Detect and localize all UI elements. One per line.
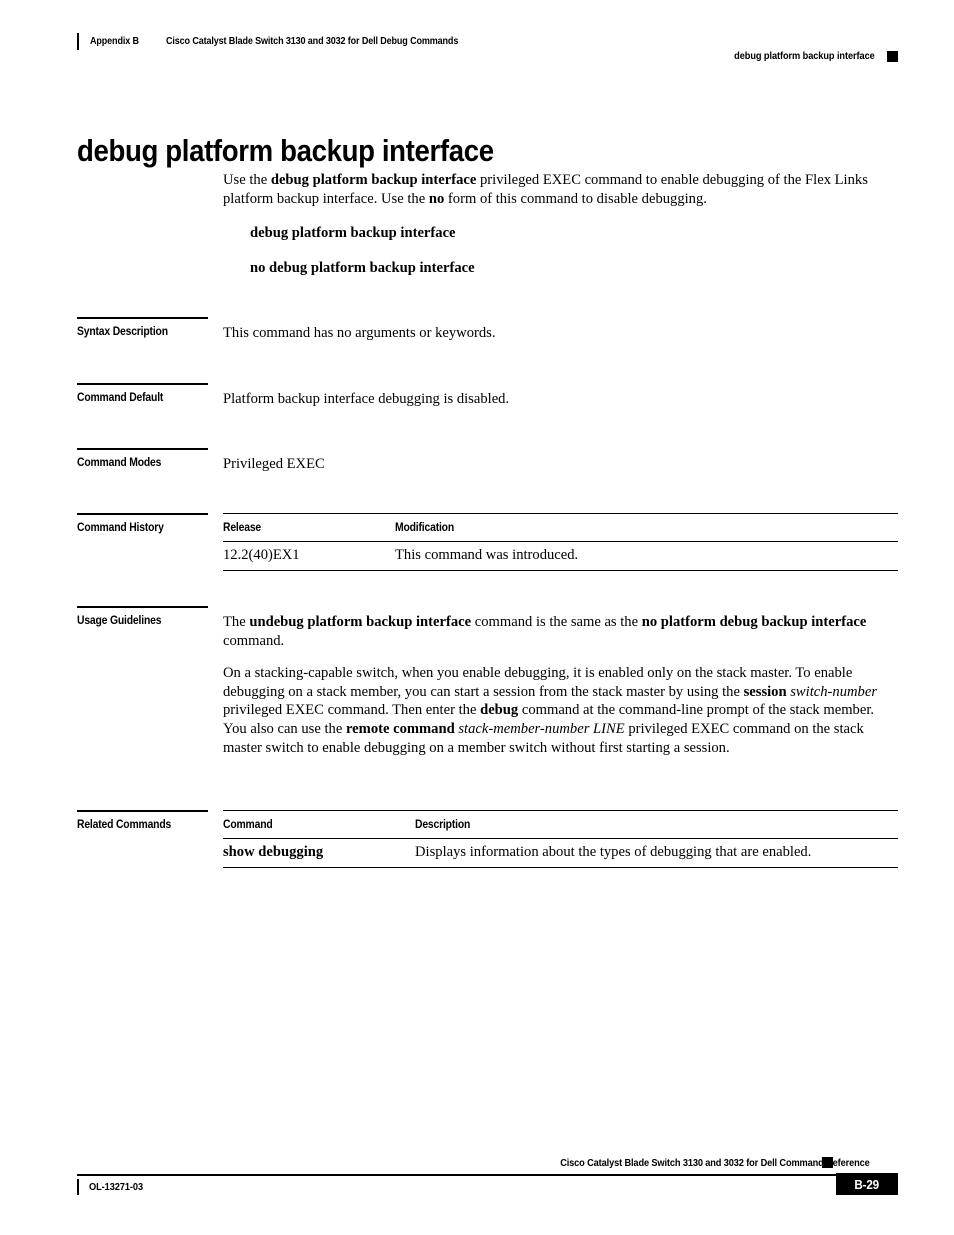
- column-header-command-label: Command: [223, 817, 273, 831]
- usage-p1-b2: no platform debug backup interface: [641, 614, 867, 630]
- usage-paragraph-1: The undebug platform backup interface co…: [223, 613, 898, 650]
- section-body-usage-guidelines: The undebug platform backup interface co…: [223, 613, 898, 757]
- section-body-command-default: Platform backup interface debugging is d…: [223, 390, 898, 409]
- table-header-row: Release Modification: [223, 513, 898, 542]
- section-label-syntax-description: Syntax Description: [77, 324, 168, 338]
- usage-p2-b3: remote command: [345, 720, 455, 737]
- header-square-marker-icon: [887, 50, 898, 62]
- syntax-line-affirmative: debug platform backup interface: [250, 225, 456, 241]
- syntax-line-negative: no debug platform backup interface: [250, 260, 475, 276]
- column-header-description: Description: [415, 810, 898, 839]
- footer-document-id: OL-13271-03: [89, 1180, 143, 1193]
- usage-p1-t3: command.: [223, 632, 285, 649]
- related-command-link[interactable]: show debugging: [223, 844, 323, 860]
- table-header-row: Command Description: [223, 810, 898, 839]
- column-header-description-label: Description: [415, 817, 471, 831]
- footer-page-number: B-29: [854, 1176, 880, 1192]
- running-header-left: Appendix B Cisco Catalyst Blade Switch 3…: [77, 32, 506, 50]
- usage-p1-b1: undebug platform backup interface: [249, 614, 472, 630]
- page-title: debug platform backup interface: [77, 132, 494, 168]
- footer-vertical-rule: [77, 1178, 79, 1195]
- header-vertical-rule: [77, 32, 79, 50]
- section-body-syntax-description: This command has no arguments or keyword…: [223, 324, 898, 343]
- column-header-command: Command: [223, 810, 415, 839]
- table-row: 12.2(40)EX1 This command was introduced.: [223, 541, 898, 571]
- table-row: show debugging Displays information abou…: [223, 838, 898, 868]
- cell-modification: This command was introduced.: [395, 541, 898, 571]
- section-rule: [77, 448, 208, 450]
- intro-text-3: form of this command to disable debuggin…: [444, 190, 707, 207]
- syntax-description-text: This command has no arguments or keyword…: [223, 325, 496, 341]
- section-rule: [77, 383, 208, 385]
- section-label-command-history: Command History: [77, 520, 164, 534]
- intro-no-keyword: no: [428, 190, 445, 207]
- cell-command[interactable]: show debugging: [223, 838, 415, 868]
- section-label-related-commands: Related Commands: [77, 817, 172, 831]
- usage-p2-t3: privileged EXEC command. Then enter the: [223, 702, 481, 719]
- usage-p2-i2: stack-member-number LINE: [458, 720, 625, 737]
- intro-command-bold: debug platform backup interface: [270, 172, 477, 188]
- usage-p2-i1: switch-number: [790, 683, 877, 700]
- section-label-command-default: Command Default: [77, 390, 164, 404]
- cell-release: 12.2(40)EX1: [223, 541, 395, 571]
- column-header-modification-label: Modification: [395, 520, 455, 534]
- usage-p1-t1: The: [223, 614, 250, 630]
- intro-paragraph: Use the debug platform backup interface …: [223, 171, 898, 208]
- column-header-release-label: Release: [223, 520, 262, 534]
- command-default-text: Platform backup interface debugging is d…: [223, 391, 510, 407]
- section-rule: [77, 513, 208, 515]
- usage-paragraph-2: On a stacking-capable switch, when you e…: [223, 664, 898, 757]
- section-rule: [77, 606, 208, 608]
- intro-text-1: Use the: [223, 172, 271, 188]
- command-history-table: Release Modification 12.2(40)EX1 This co…: [223, 513, 898, 571]
- usage-p1-t2: command is the same as the: [471, 614, 642, 630]
- footer-rule: [77, 1174, 898, 1176]
- footer-book-title: Cisco Catalyst Blade Switch 3130 and 303…: [560, 1157, 871, 1169]
- section-rule: [77, 810, 208, 812]
- cell-description: Displays information about the types of …: [415, 838, 898, 868]
- related-commands-table: Command Description show debugging Displ…: [223, 810, 898, 868]
- section-label-usage-guidelines: Usage Guidelines: [77, 613, 162, 627]
- section-body-command-modes: Privileged EXEC: [223, 455, 898, 474]
- header-command-name: debug platform backup interface: [734, 50, 875, 62]
- document-page: Appendix B Cisco Catalyst Blade Switch 3…: [0, 0, 954, 1235]
- section-label-command-modes: Command Modes: [77, 455, 162, 469]
- header-appendix-label: Appendix B: [90, 35, 139, 47]
- footer-left-group: OL-13271-03: [77, 1178, 150, 1195]
- command-modes-text: Privileged EXEC: [223, 456, 325, 472]
- header-book-title: Cisco Catalyst Blade Switch 3130 and 303…: [165, 35, 459, 47]
- column-header-modification: Modification: [395, 513, 898, 542]
- footer-page-number-box: B-29: [836, 1173, 898, 1195]
- usage-p2-b2: debug: [480, 702, 519, 719]
- column-header-release: Release: [223, 513, 395, 542]
- usage-p2-b1: session: [743, 683, 787, 700]
- section-rule: [77, 317, 208, 319]
- running-header-right: debug platform backup interface: [715, 48, 898, 64]
